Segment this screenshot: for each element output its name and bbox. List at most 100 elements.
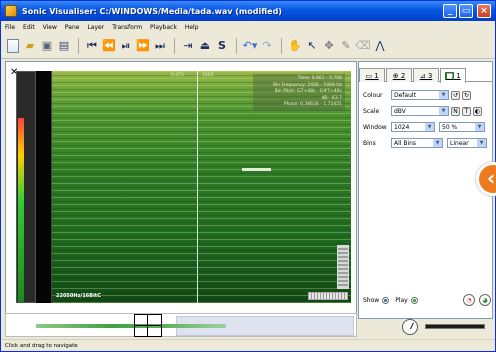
- normalize-icon[interactable]: N: [451, 106, 460, 116]
- status-text: Click and drag to navigate: [5, 342, 78, 349]
- scale-label: Scale: [363, 107, 380, 115]
- overview-cursor-hline: [134, 325, 162, 326]
- undo-icon[interactable]: ↶▾: [242, 37, 258, 55]
- new-icon[interactable]: [5, 37, 21, 55]
- open-icon[interactable]: ▰: [22, 37, 38, 55]
- playhead[interactable]: [197, 71, 198, 303]
- gain-knob-icon[interactable]: ◔: [463, 294, 475, 306]
- chevron-left-icon: ‹: [487, 166, 496, 190]
- cursor-readout: Time: 0.661 - 0.708 Bin Frequency: 5426 …: [253, 74, 345, 111]
- show-toggle[interactable]: [382, 296, 390, 304]
- chevron-down-icon: ▼: [433, 139, 442, 147]
- redo-icon[interactable]: ↷: [259, 37, 275, 55]
- window-title: Sonic Visualiser: C:/WINDOWS/Media/tada.…: [22, 6, 282, 16]
- main-window: Sonic Visualiser: C:/WINDOWS/Media/tada.…: [0, 0, 496, 352]
- scale-value: dBV: [394, 107, 406, 115]
- readout-phase: Phase: 0.36634 - 1.72421: [283, 102, 342, 108]
- constrain-icon[interactable]: ⏏: [197, 37, 213, 55]
- bins-scale-dropdown[interactable]: Linear ▼: [447, 138, 487, 148]
- play-pause-icon[interactable]: ⏯: [118, 37, 134, 55]
- chevron-down-icon: ▼: [475, 123, 484, 131]
- scale-row: Scale dBV ▼ N T ◐: [363, 106, 489, 116]
- menu-playback[interactable]: Playback: [146, 24, 181, 31]
- draw-icon[interactable]: ✎: [338, 37, 354, 55]
- spectrogram[interactable]: 0.475 1603 Time: 0.661 - 0.708 Bin Frequ…: [52, 71, 351, 303]
- playback-controls: [397, 317, 492, 339]
- playback-gain-slider[interactable]: [425, 324, 485, 329]
- toolbar: ▰ ▣ ▤ ⏮ ⏪ ⏯ ⏩ ⏭ ⇥ ⏏ S ↶▾ ↷ ✋ ↖ ✥ ✎ ⌫ ⋀: [1, 33, 495, 59]
- measure-icon[interactable]: ⋀: [372, 37, 388, 55]
- colour-label: Colour: [363, 91, 383, 99]
- pan-knob-icon[interactable]: ◕: [479, 294, 491, 306]
- title-bar[interactable]: Sonic Visualiser: C:/WINDOWS/Media/tada.…: [1, 1, 495, 21]
- gain-icon[interactable]: ◐: [473, 106, 482, 116]
- colour-reset-icon[interactable]: ↺: [451, 90, 460, 100]
- tab-time-ruler-label: 2: [400, 71, 406, 80]
- tab-pane-label: 1: [374, 71, 379, 80]
- chevron-down-icon: ▼: [477, 139, 486, 147]
- minimize-button[interactable]: _: [443, 4, 457, 18]
- menu-help[interactable]: Help: [181, 24, 203, 31]
- tab-pane[interactable]: ▭ 1: [359, 68, 385, 82]
- window-label: Window: [363, 123, 387, 131]
- fast-forward-icon[interactable]: ⏩: [135, 37, 151, 55]
- spectrogram-pane[interactable]: ✕ dBFS 0.475 1603 Time: 0.661 - 0.708 Bi…: [5, 61, 357, 319]
- menu-layer[interactable]: Layer: [83, 24, 108, 31]
- navigate-icon[interactable]: ✋: [287, 37, 303, 55]
- window-overlap-value: 50 %: [442, 123, 458, 131]
- window-size-value: 1024: [394, 123, 410, 131]
- frequency-scale: [36, 71, 52, 303]
- bins-dropdown[interactable]: All Bins ▼: [391, 138, 443, 148]
- menu-file[interactable]: File: [1, 24, 19, 31]
- tab-waveform[interactable]: ⊿ 3: [413, 68, 439, 82]
- bins-row: Bins All Bins ▼ Linear ▼: [363, 138, 489, 148]
- status-bar: Click and drag to navigate: [1, 339, 495, 351]
- meter-label: dBFS: [28, 62, 41, 68]
- threshold-icon[interactable]: T: [462, 106, 471, 116]
- rewind-icon[interactable]: ⏪: [101, 37, 117, 55]
- app-icon: [5, 5, 17, 17]
- window-size-dropdown[interactable]: 1024 ▼: [391, 122, 435, 132]
- window-overlap-dropdown[interactable]: 50 % ▼: [439, 122, 485, 132]
- play-selection-icon[interactable]: ⇥: [180, 37, 196, 55]
- vertical-zoom-scroll[interactable]: [337, 245, 349, 289]
- tab-waveform-label: 3: [427, 71, 433, 80]
- bins-label: Bins: [363, 139, 376, 147]
- cursor-highlight: [242, 168, 271, 171]
- menu-bar: File Edit View Pane Layer Transform Play…: [1, 21, 495, 33]
- colour-dropdown[interactable]: Default ▼: [391, 90, 449, 100]
- menu-pane[interactable]: Pane: [61, 24, 84, 31]
- meter-fill: [18, 118, 24, 302]
- chevron-down-icon: ▼: [425, 123, 434, 131]
- layer-tabs: ▭ 1 ⊕ 2 ⊿ 3 ■ 1: [359, 68, 492, 83]
- playback-speed-dial[interactable]: [402, 319, 418, 335]
- loop-icon[interactable]: S: [214, 37, 230, 55]
- save-session-icon[interactable]: ▤: [56, 37, 72, 55]
- menu-edit[interactable]: Edit: [19, 24, 39, 31]
- overview-pane[interactable]: [5, 313, 357, 337]
- close-button[interactable]: ×: [477, 4, 491, 18]
- move-icon[interactable]: ✥: [321, 37, 337, 55]
- show-play-row: Show Play ◔ ◕: [363, 294, 491, 306]
- rewind-start-icon[interactable]: ⏮: [84, 37, 100, 55]
- maximize-button[interactable]: ▭: [459, 4, 473, 18]
- colour-row: Colour Default ▼ ↺ ↻: [363, 90, 489, 100]
- window-row: Window 1024 ▼ 50 % ▼: [363, 122, 489, 132]
- select-icon[interactable]: ↖: [304, 37, 320, 55]
- colour-cycle-icon[interactable]: ↻: [462, 90, 471, 100]
- horizontal-zoom-wheel[interactable]: [308, 292, 348, 300]
- chevron-down-icon: ▼: [439, 91, 448, 99]
- fast-forward-end-icon[interactable]: ⏭: [152, 37, 168, 55]
- menu-transform[interactable]: Transform: [108, 24, 146, 31]
- show-label: Show: [363, 296, 380, 304]
- play-toggle[interactable]: [410, 296, 418, 304]
- time-label-left: 0.475: [171, 73, 184, 78]
- overview-waveform: [36, 324, 226, 328]
- tab-time-ruler[interactable]: ⊕ 2: [386, 68, 412, 82]
- scale-dropdown[interactable]: dBV ▼: [391, 106, 449, 116]
- save-icon[interactable]: ▣: [39, 37, 55, 55]
- erase-icon[interactable]: ⌫: [355, 37, 371, 55]
- sample-rate-label: 22050Hz/16BitC: [56, 293, 101, 299]
- menu-view[interactable]: View: [39, 24, 61, 31]
- tab-spectrogram[interactable]: ■ 1: [440, 68, 466, 83]
